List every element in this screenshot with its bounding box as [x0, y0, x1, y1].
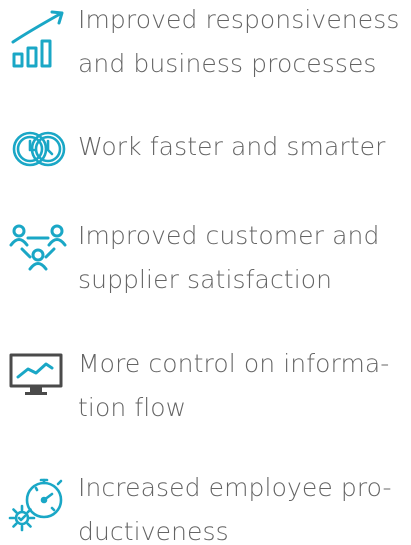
- benefit-line: tion flow: [78, 393, 187, 422]
- benefit-item-control: More control on informa- tion flow: [0, 342, 411, 432]
- benefits-list: Improved responsiveness and business pro…: [0, 0, 411, 545]
- benefit-line: Improved responsiveness: [78, 5, 400, 34]
- benefit-line: and business processes: [78, 49, 377, 78]
- benefit-item-satisfaction: Improved customer and supplier satisfact…: [0, 214, 411, 304]
- benefit-line: Work faster and smarter: [78, 132, 386, 161]
- monitor-chart-icon: [8, 344, 72, 408]
- benefit-line: Increased employee pro-: [78, 473, 392, 502]
- benefit-item-responsiveness: Improved responsiveness and business pro…: [0, 0, 411, 90]
- benefit-line: Improved customer and: [78, 221, 380, 250]
- benefit-item-productivity: Increased employee pro- ductiveness: [0, 468, 411, 545]
- stopwatch-gear-icon: [8, 474, 72, 538]
- clocks-icon: [8, 117, 72, 181]
- benefit-line: ductiveness: [78, 517, 229, 545]
- benefit-line: More control on informa-: [78, 349, 390, 378]
- benefit-line: supplier satisfaction: [78, 265, 333, 294]
- people-network-icon: [8, 219, 72, 283]
- benefit-item-faster: Work faster and smarter: [0, 125, 411, 175]
- growth-chart-icon: [8, 6, 72, 70]
